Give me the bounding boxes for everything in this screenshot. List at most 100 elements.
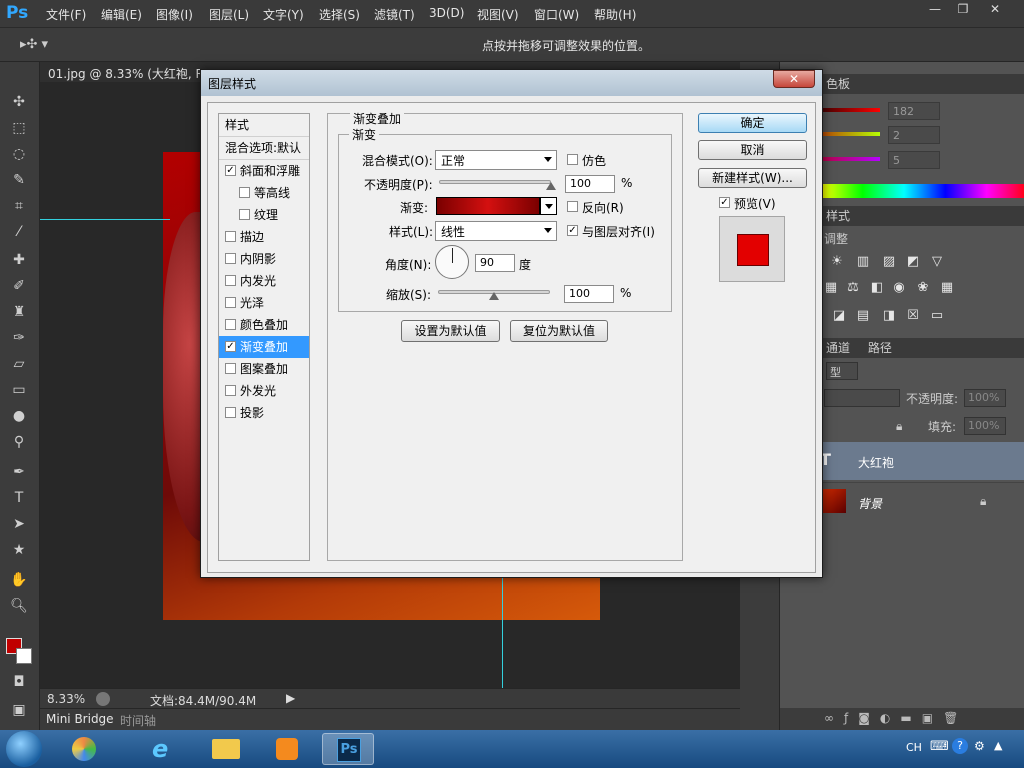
lasso-tool-icon[interactable]: ◌ [8,144,30,164]
style-item[interactable]: 投影 [219,402,309,424]
threshold-icon[interactable]: ◨ [880,308,898,324]
gradient-tool-icon[interactable]: ▭ [8,380,30,400]
style-checkbox[interactable] [239,187,250,198]
tab-mini-bridge[interactable]: Mini Bridge [46,712,114,726]
new-style-button[interactable]: 新建样式(W)... [698,168,807,188]
status-menu-arrow-icon[interactable]: ▶ [286,691,295,705]
hue-icon[interactable]: ▦ [822,280,840,296]
healing-brush-icon[interactable]: ✚ [8,250,30,270]
taskbar-app-icon[interactable] [58,733,110,765]
menu-type[interactable]: 文字(Y) [263,6,304,23]
stamp-tool-icon[interactable]: ♜ [8,302,30,322]
screen-mode-icon[interactable]: ▣ [8,700,30,720]
move-tool-icon[interactable]: ✣ [8,92,30,112]
blur-tool-icon[interactable]: ● [8,406,30,426]
move-tool-icon[interactable]: ▸✣ ▾ [20,37,48,52]
type-tool-icon[interactable]: T [8,488,30,508]
reverse-checkbox[interactable] [567,201,578,212]
quick-mask-icon[interactable]: ◘ [8,672,30,692]
gradient-style-select[interactable]: 线性 [435,221,557,241]
style-item[interactable]: 外发光 [219,380,309,402]
horizontal-guide[interactable] [40,219,170,220]
photo-filter-icon[interactable]: ◉ [890,280,908,296]
status-info-icon[interactable] [96,692,110,706]
tab-timeline[interactable]: 时间轴 [120,712,156,729]
style-item[interactable]: 内阴影 [219,248,309,270]
style-checkbox[interactable] [225,253,236,264]
path-select-icon[interactable]: ➤ [8,514,30,534]
brightness-icon[interactable]: ☀ [828,254,846,270]
tray-expand-icon[interactable]: ▲ [994,739,1002,752]
style-item[interactable]: ✓ 斜面和浮雕 [219,160,309,182]
new-layer-icon[interactable]: ▣ [922,711,943,725]
channel-b-value[interactable]: 5 [888,151,940,169]
style-checkbox[interactable] [225,385,236,396]
marquee-tool-icon[interactable]: ⬚ [8,118,30,138]
gradient-swatch[interactable] [436,197,540,215]
blend-options-item[interactable]: 混合选项:默认 [219,137,309,159]
style-item[interactable]: 颜色叠加 [219,314,309,336]
help-icon[interactable]: ? [952,738,968,754]
menu-file[interactable]: 文件(F) [46,6,86,23]
levels-icon[interactable]: ▥ [854,254,872,270]
document-tab[interactable]: 01.jpg @ 8.33% (大红袍, RG [48,65,213,82]
blend-mode-select[interactable]: 正常 [435,150,557,170]
media-player-icon[interactable] [262,733,314,765]
crop-tool-icon[interactable]: ⌗ [8,196,30,216]
preview-checkbox[interactable]: ✓ [719,197,730,208]
close-window-icon[interactable]: ✕ [980,0,1010,18]
menu-select[interactable]: 选择(S) [319,6,360,23]
pen-tool-icon[interactable]: ✒ [8,462,30,482]
dialog-close-button[interactable]: ✕ [773,70,815,88]
gradient-map-icon[interactable]: ▭ [928,308,946,324]
tab-swatches[interactable]: 色板 [826,77,850,91]
restore-icon[interactable]: ❐ [948,0,978,18]
menu-edit[interactable]: 编辑(E) [101,6,142,23]
style-checkbox[interactable] [239,209,250,220]
start-button[interactable] [6,731,42,767]
style-checkbox[interactable] [225,363,236,374]
explorer-folder-icon[interactable] [200,733,252,765]
invert-icon[interactable]: ◪ [830,308,848,324]
delete-layer-icon[interactable]: 🗑︎ [943,711,968,725]
selective-color-icon[interactable]: ☒ [904,308,922,324]
style-checkbox[interactable]: ✓ [225,165,236,176]
menu-help[interactable]: 帮助(H) [594,6,636,23]
style-checkbox[interactable] [225,407,236,418]
lock-icon[interactable]: 🔒︎ [896,419,902,434]
opacity-slider-thumb[interactable] [546,182,556,190]
angle-input[interactable]: 90 [475,254,515,272]
style-item[interactable]: 内发光 [219,270,309,292]
brush-tool-icon[interactable]: ✐ [8,276,30,296]
style-item[interactable]: 光泽 [219,292,309,314]
dialog-title-bar[interactable]: 图层样式 ✕ [201,70,822,96]
align-layer-checkbox[interactable]: ✓ [567,225,578,236]
eyedropper-tool-icon[interactable]: ⁄ [8,222,30,242]
layer-opacity-value[interactable]: 100% [964,389,1006,407]
dither-checkbox[interactable] [567,154,578,165]
color-lookup-icon[interactable]: ▦ [938,280,956,296]
menu-view[interactable]: 视图(V) [477,6,519,23]
layer-filter-kind[interactable]: 型 [826,362,858,380]
set-default-button[interactable]: 设置为默认值 [401,320,500,342]
style-item[interactable]: 描边 [219,226,309,248]
style-checkbox[interactable] [225,297,236,308]
vertical-guide[interactable] [502,575,503,688]
link-layers-icon[interactable]: ∞ [824,711,844,725]
blend-mode-select[interactable] [824,389,900,407]
background-color-swatch[interactable] [16,648,32,664]
menu-3d[interactable]: 3D(D) [429,6,464,20]
channel-r-value[interactable]: 182 [888,102,940,120]
exposure-icon[interactable]: ◩ [904,254,922,270]
input-language[interactable]: CH [906,741,922,754]
tab-channels[interactable]: 通道 [826,341,850,355]
style-item[interactable]: 等高线 [219,182,309,204]
gradient-dropdown[interactable] [540,197,557,215]
eraser-tool-icon[interactable]: ▱ [8,354,30,374]
keyboard-icon[interactable]: ⌨ [930,739,949,754]
layer-fill-value[interactable]: 100% [964,417,1006,435]
reset-default-button[interactable]: 复位为默认值 [510,320,608,342]
curves-icon[interactable]: ▨ [880,254,898,270]
style-checkbox[interactable] [225,231,236,242]
ok-button[interactable]: 确定 [698,113,807,133]
